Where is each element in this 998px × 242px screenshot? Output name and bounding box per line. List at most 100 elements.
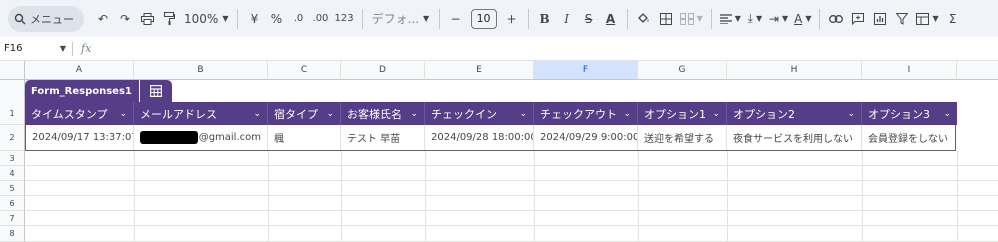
vertical-align-icon[interactable]: ⤓ ▼	[744, 6, 766, 32]
column-header-extra[interactable]	[957, 61, 998, 80]
grid-line	[268, 151, 269, 242]
table-cell[interactable]: 2024/09/17 13:37:07	[26, 125, 134, 150]
strikethrough-button[interactable]: S	[578, 6, 600, 32]
grid-row[interactable]	[25, 181, 998, 196]
table-cell[interactable]: 楓	[268, 125, 341, 150]
toolbar-divider	[438, 8, 440, 29]
fill-color-icon[interactable]	[633, 6, 655, 32]
row-header-8[interactable]: 8	[0, 226, 25, 242]
name-box[interactable]: F16 ▼	[0, 43, 72, 54]
column-header-a[interactable]: A	[25, 61, 134, 80]
fx-icon: fx	[81, 42, 92, 55]
italic-button[interactable]: I	[556, 6, 578, 32]
column-header-b[interactable]: B	[134, 61, 268, 80]
undo-icon[interactable]: ↶	[92, 6, 114, 32]
chevron-down-icon: ⌄	[712, 108, 720, 119]
table-header-cell[interactable]: メールアドレス ⌄	[134, 102, 268, 125]
row-header-7[interactable]: 7	[0, 211, 25, 226]
select-all-corner[interactable]	[0, 61, 25, 80]
text-wrap-icon[interactable]: ⇥ ▼	[766, 6, 791, 32]
font-select[interactable]: デフォ... ▼	[368, 10, 434, 27]
chevron-down-icon: ⌄	[519, 108, 527, 119]
link-icon[interactable]	[825, 6, 847, 32]
table-name-chip[interactable]: Form_Responses1 ⌄	[25, 80, 144, 102]
table-cell[interactable]: 会員登録をしない	[862, 125, 955, 150]
font-size-input[interactable]: 10	[470, 8, 497, 29]
table-header-cell[interactable]: タイムスタンプ ⌄	[25, 102, 134, 125]
menu-search[interactable]: メニュー	[8, 5, 84, 32]
row-header-6[interactable]: 6	[0, 196, 25, 211]
row-header-3[interactable]: 3	[0, 151, 25, 166]
percent-format-button[interactable]: %	[265, 6, 287, 32]
column-header-f[interactable]: F	[534, 61, 638, 80]
chevron-down-icon: ▼	[805, 14, 812, 23]
chevron-down-icon: ⌄	[943, 108, 951, 119]
zoom-value: 100%	[184, 11, 219, 26]
table-header-cell[interactable]: チェックイン ⌄	[425, 102, 534, 125]
zoom-select[interactable]: 100% ▼	[180, 12, 232, 26]
toolbar-divider	[361, 8, 363, 29]
column-header-d[interactable]: D	[341, 61, 425, 80]
table-cell[interactable]: 2024/09/28 18:00:00	[425, 125, 534, 150]
grid-line	[638, 151, 639, 242]
row-header-5[interactable]: 5	[0, 181, 25, 196]
redacted-block	[140, 131, 198, 144]
bold-button[interactable]: B	[534, 6, 556, 32]
table-header-cell[interactable]: チェックアウト ⌄	[534, 102, 638, 125]
table-cell-email[interactable]: @gmail.com	[134, 125, 268, 150]
search-icon	[14, 13, 26, 24]
table-cell[interactable]: 2024/09/29 9:00:00	[534, 125, 638, 150]
grid-row[interactable]	[25, 166, 998, 181]
merge-cells-icon[interactable]: ▼	[677, 6, 706, 32]
column-header-e[interactable]: E	[425, 61, 534, 80]
table-header-cell[interactable]: 宿タイプ ⌄	[268, 102, 341, 125]
formula-divider	[72, 41, 73, 56]
borders-icon[interactable]	[655, 6, 677, 32]
column-header-i[interactable]: I	[862, 61, 957, 80]
column-header-c[interactable]: C	[268, 61, 341, 80]
table-cell[interactable]: 送迎を希望する	[638, 125, 727, 150]
table-header-cell[interactable]: オプション2 ⌄	[727, 102, 862, 125]
paint-format-icon[interactable]	[158, 6, 180, 32]
grid-row[interactable]	[25, 211, 998, 226]
grid-row[interactable]	[25, 151, 998, 166]
table-cell[interactable]: 夜食サービスを利用しない	[727, 125, 862, 150]
horizontal-align-icon[interactable]: ▼	[717, 6, 744, 32]
chevron-down-icon: ▼	[423, 14, 430, 23]
table-name: Form_Responses1	[31, 85, 132, 97]
grid-line	[134, 151, 135, 242]
number-format-button[interactable]: 123	[331, 6, 356, 32]
grid-row[interactable]	[25, 196, 998, 211]
table-header-cell[interactable]: オプション1 ⌄	[638, 102, 727, 125]
table-header-cell[interactable]: お客様氏名 ⌄	[341, 102, 425, 125]
grid-line	[534, 151, 535, 242]
insert-chart-icon[interactable]	[869, 6, 891, 32]
chevron-down-icon: ⌄	[326, 108, 334, 119]
filter-icon[interactable]	[891, 6, 913, 32]
comment-icon[interactable]	[847, 6, 869, 32]
toolbar-divider	[237, 8, 239, 29]
text-color-button[interactable]: A	[600, 6, 622, 32]
grid-row[interactable]	[25, 226, 998, 242]
table-grid-icon	[150, 85, 162, 97]
row-header-4[interactable]: 4	[0, 166, 25, 181]
text-rotation-icon[interactable]: A ▼	[791, 6, 814, 32]
table-tab: Form_Responses1 ⌄	[25, 80, 172, 102]
column-header-h[interactable]: H	[727, 61, 862, 80]
redo-icon[interactable]: ↷	[114, 6, 136, 32]
increase-decimal-button[interactable]: .00	[309, 6, 331, 32]
table-header-cell[interactable]: オプション3 ⌄	[862, 102, 957, 125]
table-options-button[interactable]	[140, 80, 172, 102]
row-header-1[interactable]: 1	[0, 102, 25, 125]
row-header-2[interactable]: 2	[0, 125, 25, 151]
filter-views-icon[interactable]: ▼	[913, 6, 941, 32]
chevron-down-icon: ▼	[781, 14, 789, 23]
decrease-decimal-button[interactable]: .0	[287, 6, 309, 32]
font-size-decrease-button[interactable]: −	[445, 6, 467, 32]
table-cell[interactable]: テスト 早苗	[341, 125, 425, 150]
print-icon[interactable]	[136, 6, 158, 32]
font-size-increase-button[interactable]: +	[501, 6, 523, 32]
currency-format-button[interactable]: ¥	[243, 6, 265, 32]
functions-button[interactable]: Σ	[942, 6, 964, 32]
column-header-g[interactable]: G	[638, 61, 727, 80]
